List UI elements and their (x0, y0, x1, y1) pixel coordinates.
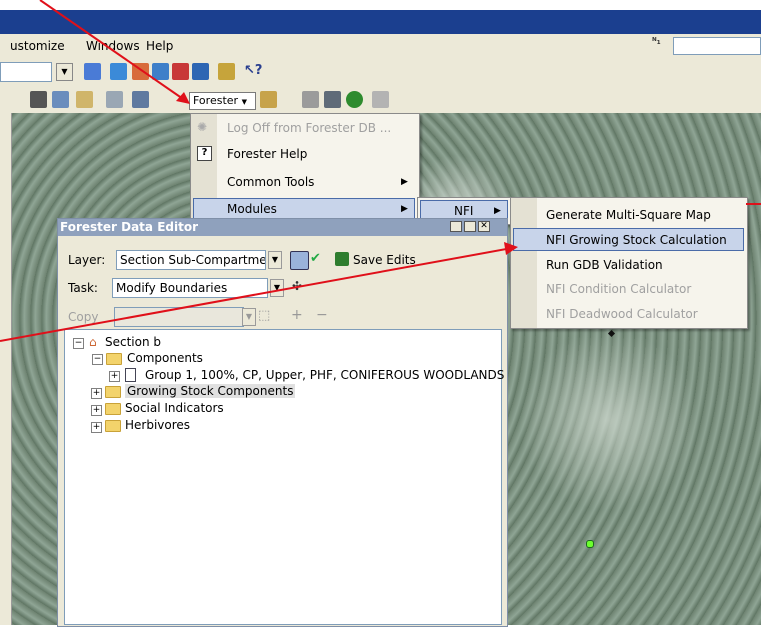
menu-item-forester-help[interactable]: Forester Help (227, 147, 307, 161)
report-icon[interactable] (324, 91, 341, 108)
expand-icon[interactable]: + (91, 388, 102, 399)
tree-node-social-indicators[interactable]: Social Indicators (125, 401, 224, 415)
save-edits-button[interactable]: Save Edits (353, 253, 416, 267)
tree-node-components[interactable]: Components (127, 351, 203, 365)
expand-icon[interactable]: + (91, 422, 102, 433)
menu-item-log-off[interactable]: Log Off from Forester DB ... (227, 121, 391, 135)
task-dropdown-icon[interactable]: ▼ (270, 279, 284, 297)
search-input[interactable] (673, 37, 761, 55)
select-features-icon[interactable] (260, 91, 277, 108)
minimize-icon[interactable] (450, 221, 462, 232)
expand-icon[interactable]: + (91, 405, 102, 416)
tools-toolbar (0, 85, 761, 113)
editor-title: Forester Data Editor (60, 220, 198, 234)
folder-icon (105, 403, 121, 415)
table-icon[interactable] (110, 63, 127, 80)
chevron-down-icon: ▼ (241, 98, 247, 106)
toolbox-icon[interactable] (172, 63, 189, 80)
minus-icon[interactable]: − (316, 307, 328, 323)
close-icon[interactable]: ✕ (478, 221, 490, 232)
menu-item-nfi-condition-calculator[interactable]: NFI Condition Calculator (546, 282, 691, 296)
logoff-icon: ✺ (197, 120, 208, 134)
folder-icon (105, 420, 121, 432)
plus-icon[interactable]: + (291, 307, 303, 323)
menu-item-run-gdb-validation[interactable]: Run GDB Validation (546, 258, 663, 272)
layer-label: Layer: (68, 253, 106, 267)
menu-item-common-tools[interactable]: Common Tools (227, 175, 314, 189)
forester-menu: ✺ Log Off from Forester DB ... ? Foreste… (190, 113, 420, 224)
menu-item-nfi-growing-stock-calculation[interactable]: NFI Growing Stock Calculation (546, 233, 727, 247)
menu-customize[interactable]: ustomize (10, 39, 65, 53)
tree-node-section[interactable]: Section b (105, 335, 161, 349)
expand-icon[interactable]: + (109, 371, 120, 382)
scale-dropdown-icon[interactable]: ▼ (56, 63, 73, 81)
nfi-submenu: Generate Multi-Square Map NFI Growing St… (510, 197, 748, 329)
identify-icon[interactable] (52, 91, 69, 108)
document-icon (125, 368, 136, 382)
table-of-contents-edge (0, 113, 12, 625)
binoculars-icon[interactable] (30, 91, 47, 108)
info-icon[interactable] (346, 91, 363, 108)
window-title-bar-fill (0, 10, 761, 34)
point-marker (586, 540, 594, 548)
xy-icon[interactable] (76, 91, 93, 108)
forester-data-editor-window: Forester Data Editor ✕ Layer: Section Su… (57, 218, 508, 627)
submenu-arrow-icon: ▶ (494, 206, 501, 216)
menu-windows[interactable]: Windows (86, 39, 140, 53)
menu-help[interactable]: Help (146, 39, 173, 53)
catalog-icon[interactable] (152, 63, 169, 80)
forester-button-label: Forester (193, 94, 239, 107)
copy-label: Copy (68, 310, 99, 324)
task-combobox[interactable]: Modify Boundaries (112, 278, 268, 298)
sketch-tool-icon[interactable] (290, 251, 309, 270)
tree-node-growing-stock[interactable]: Growing Stock Components (125, 384, 296, 398)
route-icon[interactable] (302, 91, 319, 108)
menu-item-nfi[interactable]: NFI (454, 204, 473, 218)
collapse-icon[interactable]: − (73, 338, 84, 349)
menu-icon-gutter (511, 198, 537, 328)
window-icon[interactable] (192, 63, 209, 80)
layer-icon[interactable] (132, 63, 149, 80)
layer-dropdown-icon[interactable]: ▼ (268, 251, 282, 269)
forester-toolbar-button[interactable]: Forester ▼ (189, 92, 256, 110)
find-icon[interactable]: ᴺ₁ (652, 37, 668, 53)
standard-toolbar: ▼ ↖? (0, 58, 761, 85)
folder-icon (105, 386, 121, 398)
copy-dropdown-icon[interactable]: ▼ (242, 308, 256, 326)
menu-item-modules[interactable]: Modules (227, 202, 277, 216)
model-icon[interactable] (218, 63, 235, 80)
save-edits-icon[interactable] (335, 252, 349, 266)
copy-tool-icon[interactable]: ⬚ (258, 308, 270, 323)
check-edit-icon[interactable]: ✔ (310, 251, 327, 268)
magnifier-icon[interactable] (132, 91, 149, 108)
folder-open-icon (106, 353, 122, 365)
help-book-icon: ? (197, 146, 212, 161)
menu-item-nfi-deadwood-calculator[interactable]: NFI Deadwood Calculator (546, 307, 698, 321)
restore-icon[interactable] (464, 221, 476, 232)
copy-target-combobox[interactable] (114, 307, 244, 327)
task-label: Task: (68, 281, 98, 295)
modify-tool-icon[interactable]: ✣ (292, 279, 309, 296)
section-icon: ⌂ (89, 335, 97, 349)
menu-bar: ustomize Windows Help (0, 34, 761, 58)
viewer-icon[interactable] (106, 91, 123, 108)
submenu-arrow-icon: ▶ (401, 204, 408, 214)
scale-input[interactable] (0, 62, 52, 82)
help-icon[interactable]: ↖? (244, 63, 262, 80)
attribute-tree: − ⌂ Section b − Components + Group 1, 10… (64, 329, 504, 625)
submenu-arrow-icon: ▶ (401, 177, 408, 187)
menu-item-generate-multi-square-map[interactable]: Generate Multi-Square Map (546, 208, 711, 222)
editor-title-bar: Forester Data Editor ✕ (58, 219, 507, 236)
tools-icon[interactable] (372, 91, 389, 108)
tree-node-herbivores[interactable]: Herbivores (125, 418, 190, 432)
layer-combobox[interactable]: Section Sub-Compartment (116, 250, 266, 270)
editor-icon[interactable] (84, 63, 101, 80)
tree-node-group[interactable]: Group 1, 100%, CP, Upper, PHF, CONIFEROU… (145, 368, 504, 382)
collapse-icon[interactable]: − (92, 354, 103, 365)
